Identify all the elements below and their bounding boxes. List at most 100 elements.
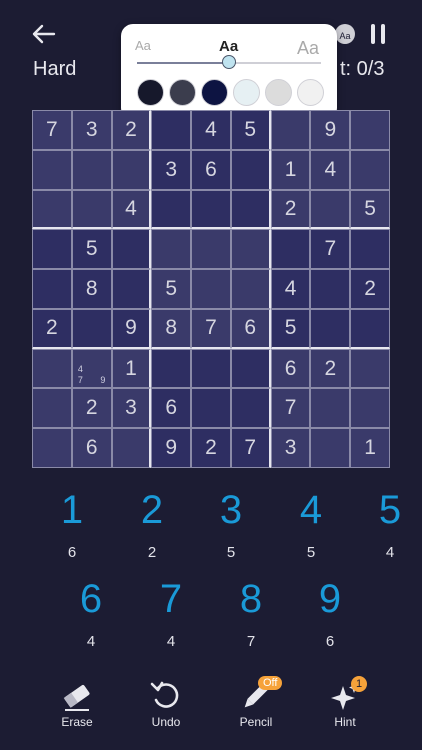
grid-cell-r4c6[interactable] — [230, 229, 271, 270]
grid-cell-r7c5[interactable] — [191, 348, 231, 389]
grid-cell-r5c9[interactable]: 2 — [350, 269, 390, 309]
number-button-5[interactable]: 54 — [360, 488, 420, 561]
grid-cell-r1c3[interactable]: 2 — [111, 110, 152, 150]
theme-swatch[interactable] — [297, 79, 324, 106]
hint-button[interactable]: 1 Hint — [310, 676, 380, 729]
grid-cell-r3c1[interactable] — [32, 189, 72, 230]
grid-cell-r8c6[interactable] — [230, 388, 271, 429]
grid-cell-r9c5[interactable]: 2 — [191, 428, 231, 468]
grid-cell-r7c7[interactable]: 6 — [270, 348, 311, 389]
grid-cell-r9c7[interactable]: 3 — [270, 428, 311, 468]
pause-icon[interactable] — [369, 22, 387, 46]
grid-cell-r3c3[interactable]: 4 — [111, 189, 152, 230]
number-button-3[interactable]: 35 — [201, 488, 261, 561]
number-button-8[interactable]: 87 — [221, 577, 281, 650]
grid-cell-r6c7[interactable]: 5 — [270, 308, 311, 349]
grid-cell-r6c5[interactable]: 7 — [191, 308, 231, 349]
grid-cell-r2c4[interactable]: 3 — [151, 149, 192, 190]
grid-cell-r7c6[interactable] — [230, 348, 271, 389]
grid-cell-r4c5[interactable] — [191, 229, 231, 270]
grid-cell-r5c8[interactable] — [310, 269, 351, 309]
grid-cell-r1c1[interactable]: 7 — [32, 110, 72, 150]
grid-cell-r2c7[interactable]: 1 — [270, 149, 311, 190]
grid-cell-r3c9[interactable]: 5 — [350, 189, 390, 230]
grid-cell-r6c8[interactable] — [310, 308, 351, 349]
grid-cell-r5c5[interactable] — [191, 269, 231, 309]
grid-cell-r9c6[interactable]: 7 — [230, 428, 271, 468]
grid-cell-r1c7[interactable] — [270, 110, 311, 150]
grid-cell-r7c9[interactable] — [350, 348, 390, 389]
grid-cell-r4c8[interactable]: 7 — [310, 229, 351, 270]
grid-cell-r4c4[interactable] — [151, 229, 192, 270]
number-button-9[interactable]: 96 — [300, 577, 360, 650]
grid-cell-r1c4[interactable] — [151, 110, 192, 150]
grid-cell-r3c5[interactable] — [191, 189, 231, 230]
grid-cell-r9c3[interactable] — [111, 428, 152, 468]
grid-cell-r1c5[interactable]: 4 — [191, 110, 231, 150]
grid-cell-r8c2[interactable]: 2 — [71, 388, 112, 429]
grid-cell-r8c9[interactable] — [350, 388, 390, 429]
grid-cell-r1c8[interactable]: 9 — [310, 110, 351, 150]
theme-swatch[interactable] — [265, 79, 292, 106]
grid-cell-r3c8[interactable] — [310, 189, 351, 230]
number-button-7[interactable]: 74 — [141, 577, 201, 650]
grid-cell-r8c5[interactable] — [191, 388, 231, 429]
back-arrow-icon[interactable] — [30, 20, 58, 48]
erase-button[interactable]: Erase — [42, 678, 112, 729]
grid-cell-r4c7[interactable] — [270, 229, 311, 270]
grid-cell-r2c1[interactable] — [32, 149, 72, 190]
grid-cell-r8c3[interactable]: 3 — [111, 388, 152, 429]
number-button-2[interactable]: 22 — [122, 488, 182, 561]
undo-button[interactable]: Undo — [131, 678, 201, 729]
grid-cell-r6c4[interactable]: 8 — [151, 308, 192, 349]
pencil-button[interactable]: Off Pencil — [221, 676, 291, 729]
grid-cell-r2c5[interactable]: 6 — [191, 149, 231, 190]
grid-cell-r3c6[interactable] — [230, 189, 271, 230]
grid-cell-r5c2[interactable]: 8 — [71, 269, 112, 309]
grid-cell-r1c9[interactable] — [350, 110, 390, 150]
grid-cell-r2c6[interactable] — [230, 149, 271, 190]
grid-cell-r7c2[interactable]: 47 9 — [71, 348, 112, 389]
grid-cell-r7c8[interactable]: 2 — [310, 348, 351, 389]
number-button-4[interactable]: 45 — [281, 488, 341, 561]
grid-cell-r9c4[interactable]: 9 — [151, 428, 192, 468]
grid-cell-r2c9[interactable] — [350, 149, 390, 190]
grid-cell-r5c7[interactable]: 4 — [270, 269, 311, 309]
font-size-large-option[interactable]: Aa — [297, 38, 319, 59]
number-button-1[interactable]: 16 — [42, 488, 102, 561]
grid-cell-r6c3[interactable]: 9 — [111, 308, 152, 349]
font-size-small-option[interactable]: Aa — [135, 38, 151, 53]
theme-swatch[interactable] — [137, 79, 164, 106]
grid-cell-r1c2[interactable]: 3 — [71, 110, 112, 150]
grid-cell-r6c2[interactable] — [71, 308, 112, 349]
grid-cell-r2c2[interactable] — [71, 149, 112, 190]
grid-cell-r4c3[interactable] — [111, 229, 152, 270]
grid-cell-r9c1[interactable] — [32, 428, 72, 468]
grid-cell-r3c2[interactable] — [71, 189, 112, 230]
number-button-6[interactable]: 64 — [61, 577, 121, 650]
grid-cell-r5c3[interactable] — [111, 269, 152, 309]
grid-cell-r7c3[interactable]: 1 — [111, 348, 152, 389]
grid-cell-r7c4[interactable] — [151, 348, 192, 389]
grid-cell-r1c6[interactable]: 5 — [230, 110, 271, 150]
theme-swatch[interactable] — [201, 79, 228, 106]
font-size-medium-option[interactable]: Aa — [219, 38, 238, 55]
grid-cell-r4c1[interactable] — [32, 229, 72, 270]
grid-cell-r9c9[interactable]: 1 — [350, 428, 390, 468]
grid-cell-r8c7[interactable]: 7 — [270, 388, 311, 429]
grid-cell-r7c1[interactable] — [32, 348, 72, 389]
grid-cell-r6c6[interactable]: 6 — [230, 308, 271, 349]
font-size-slider-knob[interactable] — [222, 55, 236, 69]
grid-cell-r8c8[interactable] — [310, 388, 351, 429]
grid-cell-r2c3[interactable] — [111, 149, 152, 190]
grid-cell-r6c9[interactable] — [350, 308, 390, 349]
grid-cell-r8c1[interactable] — [32, 388, 72, 429]
grid-cell-r6c1[interactable]: 2 — [32, 308, 72, 349]
grid-cell-r5c4[interactable]: 5 — [151, 269, 192, 309]
grid-cell-r4c2[interactable]: 5 — [71, 229, 112, 270]
grid-cell-r9c2[interactable]: 6 — [71, 428, 112, 468]
grid-cell-r5c1[interactable] — [32, 269, 72, 309]
grid-cell-r3c4[interactable] — [151, 189, 192, 230]
grid-cell-r4c9[interactable] — [350, 229, 390, 270]
grid-cell-r8c4[interactable]: 6 — [151, 388, 192, 429]
